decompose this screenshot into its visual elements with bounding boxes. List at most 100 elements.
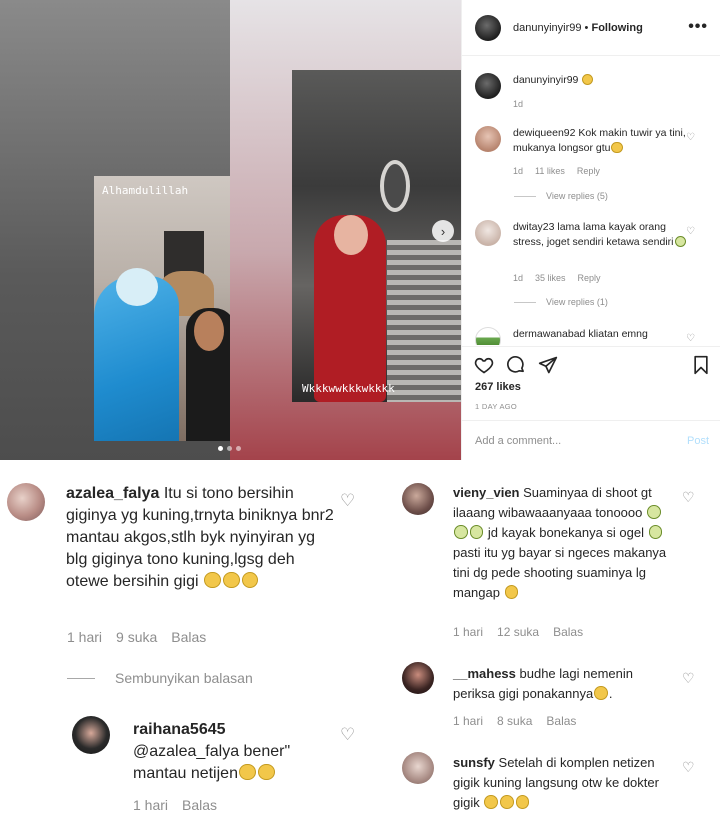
grinning-sweat-emoji-icon — [500, 795, 514, 809]
author-avatar[interactable] — [475, 14, 501, 41]
comment-username[interactable]: vieny_vien — [453, 485, 520, 500]
like-heart-icon[interactable]: ♡ — [682, 759, 695, 776]
post-header: danunyinyir99 • Following ••• — [462, 0, 720, 56]
commenter-avatar[interactable] — [402, 483, 434, 515]
comment-time: 1 hari — [133, 797, 169, 813]
author-avatar[interactable] — [475, 73, 501, 99]
like-heart-icon[interactable]: ♡ — [682, 670, 695, 687]
post-comment-button[interactable]: Post — [687, 435, 709, 447]
comment-body: __mahess budhe lagi nemenin periksa gigi… — [453, 666, 633, 701]
post-date: 1 DAY AGO — [475, 402, 518, 411]
person-head — [334, 215, 368, 255]
view-replies-label[interactable]: View replies (5) — [546, 191, 608, 201]
grimacing-face-emoji-icon — [504, 585, 519, 599]
view-replies-button[interactable]: View replies (5) — [514, 191, 608, 201]
hide-replies-line — [67, 677, 95, 679]
post-media-carousel[interactable]: Alhamdulillah Wkkkwwkkkwkkkk › — [0, 0, 461, 460]
more-options-icon[interactable]: ••• — [688, 18, 708, 36]
commenter-avatar[interactable] — [402, 662, 434, 694]
like-heart-icon[interactable]: ♡ — [340, 725, 355, 745]
grimacing-face-emoji-icon — [594, 686, 608, 700]
commenter-avatar[interactable] — [72, 716, 110, 754]
reply-button[interactable]: Balas — [553, 625, 583, 639]
bookmark-icon[interactable] — [691, 355, 711, 375]
comment-body: vieny_vien Suaminyaa di shoot gt ilaaang… — [453, 483, 673, 603]
instagram-post: Alhamdulillah Wkkkwwkkkwkkkk › danunyiny… — [0, 0, 720, 460]
video-clip-dentist: Alhamdulillah — [94, 176, 230, 441]
comment-likes[interactable]: 9 suka — [116, 629, 157, 645]
add-comment-input[interactable]: Add a comment... — [475, 435, 561, 447]
clip-caption-laughing: Wkkkwwkkkwkkkk — [302, 382, 395, 395]
author-username[interactable]: danunyinyir99 — [513, 22, 582, 34]
caption-username[interactable]: danunyinyir99 — [513, 74, 578, 86]
grinning-sweat-emoji-icon — [241, 571, 259, 589]
comment-likes[interactable]: 11 likes — [535, 166, 565, 176]
reply-button[interactable]: Balas — [546, 714, 576, 728]
comment-username[interactable]: dwitay23 — [513, 221, 554, 233]
comment-username[interactable]: raihana5645 — [133, 721, 226, 738]
like-heart-icon[interactable]: ♡ — [686, 226, 695, 237]
comment-body: sunsfy Setelah di komplen netizen gigik … — [453, 753, 678, 813]
grinning-sweat-emoji-icon — [203, 571, 221, 589]
hide-replies-label[interactable]: Sembunyikan balasan — [115, 670, 253, 686]
header-separator: • — [581, 21, 592, 34]
reply-button[interactable]: Reply — [577, 166, 600, 176]
comment-text: kliatan emng — [588, 328, 648, 340]
comment-username[interactable]: dewiqueen92 — [513, 127, 575, 139]
comment-bubble-icon[interactable] — [506, 355, 526, 375]
caption-age: 1d — [513, 99, 524, 109]
mobile-comments-right: vieny_vien Suaminyaa di shoot gt ilaaang… — [386, 461, 720, 825]
comment-username[interactable]: __mahess — [453, 666, 516, 681]
share-paper-plane-icon[interactable] — [538, 355, 558, 375]
carousel-dot[interactable] — [236, 446, 241, 451]
comment-likes[interactable]: 8 suka — [497, 714, 532, 728]
view-replies-label[interactable]: View replies (1) — [546, 297, 608, 307]
following-button[interactable]: Following — [591, 22, 642, 34]
mobile-comments-left: azalea_falya Itu si tono bersihin giginy… — [0, 461, 385, 825]
like-heart-icon[interactable]: ♡ — [682, 489, 695, 506]
view-replies-button[interactable]: View replies (1) — [514, 297, 608, 307]
sweat-smile-emoji-icon — [611, 141, 623, 153]
comment-time: 1 hari — [453, 714, 484, 728]
comments-list[interactable]: danunyinyir99 1d dewiqueen92 Kok makin t… — [462, 57, 720, 345]
commenter-avatar[interactable] — [475, 327, 501, 345]
comment-text-part: jd kayak bonekanya si ogel — [487, 525, 645, 540]
view-replies-line — [514, 195, 536, 197]
carousel-dot-active[interactable] — [218, 446, 223, 451]
comment-age: 1d — [513, 273, 524, 283]
comment-body: raihana5645 @azalea_falya bener" mantau … — [133, 719, 333, 785]
comment-text-part: pasti itu yg bayar si ngeces makanya tin… — [453, 545, 667, 600]
like-heart-icon[interactable]: ♡ — [686, 132, 695, 143]
winking-tongue-emoji-icon — [238, 763, 256, 781]
comment-likes[interactable]: 35 likes — [535, 273, 566, 283]
commenter-avatar[interactable] — [475, 220, 501, 246]
comment-username[interactable]: sunsfy — [453, 755, 495, 770]
carousel-dot[interactable] — [227, 446, 232, 451]
hide-replies-button[interactable]: Sembunyikan balasan — [67, 670, 253, 686]
crying-face-emoji-icon — [454, 525, 468, 539]
view-replies-line — [514, 301, 536, 303]
reply-button[interactable]: Reply — [578, 273, 601, 283]
crying-face-emoji-icon — [647, 505, 661, 519]
post-actions: 267 likes 1 DAY AGO — [462, 346, 720, 420]
comment-likes[interactable]: 12 suka — [497, 625, 539, 639]
like-heart-icon[interactable] — [474, 355, 494, 375]
patient-face — [194, 311, 224, 351]
carousel-next-arrow-icon[interactable]: › — [432, 220, 454, 242]
add-comment-bar: Add a comment... Post — [462, 420, 720, 460]
like-heart-icon[interactable]: ♡ — [340, 491, 355, 511]
comment-body: azalea_falya Itu si tono bersihin giginy… — [66, 483, 336, 593]
comment-username[interactable]: azalea_falya — [66, 485, 159, 502]
commenter-avatar[interactable] — [7, 483, 45, 521]
like-heart-icon[interactable]: ♡ — [686, 333, 695, 344]
comment-time: 1 hari — [67, 629, 103, 645]
reply-button[interactable]: Balas — [171, 629, 206, 645]
commenter-avatar[interactable] — [402, 752, 434, 784]
likes-count[interactable]: 267 likes — [475, 381, 521, 393]
commenter-avatar[interactable] — [475, 126, 501, 152]
protective-hood — [116, 268, 158, 306]
comment-username[interactable]: dermawanabad — [513, 328, 585, 340]
reply-button[interactable]: Balas — [182, 797, 217, 813]
crying-face-emoji-icon — [648, 525, 663, 539]
grinning-sweat-emoji-icon — [257, 763, 275, 781]
